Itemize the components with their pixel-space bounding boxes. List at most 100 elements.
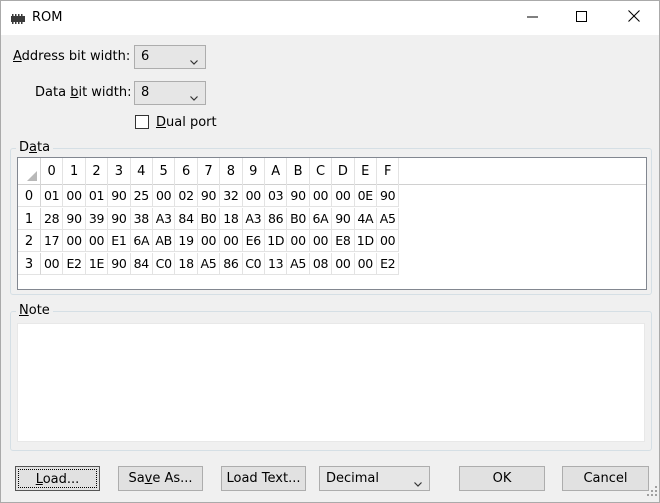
- grid-cell[interactable]: 00: [354, 252, 377, 275]
- grid-cell[interactable]: A5: [197, 252, 221, 275]
- minimize-button[interactable]: [509, 1, 555, 35]
- grid-cell[interactable]: 84: [175, 207, 198, 230]
- grid-cell[interactable]: 00: [332, 252, 355, 275]
- address-bit-width-value: 6: [141, 49, 150, 64]
- grid-cell[interactable]: E2: [63, 252, 86, 275]
- grid-cell[interactable]: 18: [220, 207, 243, 230]
- cancel-button[interactable]: Cancel: [562, 466, 649, 491]
- grid-cell[interactable]: 17: [41, 230, 64, 252]
- grid-cell[interactable]: AB: [153, 230, 176, 252]
- ok-button[interactable]: OK: [459, 466, 545, 491]
- grid-cell[interactable]: 00: [41, 252, 64, 275]
- row-header: 3: [18, 252, 41, 275]
- note-group-label: Note: [16, 303, 53, 318]
- load-button[interactable]: Load...: [15, 466, 100, 491]
- grid-cell[interactable]: 38: [130, 207, 153, 230]
- grid-cell[interactable]: 00: [220, 230, 243, 252]
- grid-cell[interactable]: E1: [108, 230, 131, 252]
- data-bit-width-label: Data bit width:: [35, 85, 132, 100]
- dual-port-label[interactable]: Dual port: [156, 115, 217, 130]
- grid-cell[interactable]: A3: [242, 207, 265, 230]
- select-all-triangle-icon: [27, 171, 37, 181]
- grid-cell[interactable]: 6A: [130, 230, 153, 252]
- grid-cell[interactable]: 32: [220, 185, 243, 207]
- grid-cell[interactable]: 00: [332, 185, 355, 207]
- grid-cell[interactable]: 84: [130, 252, 153, 275]
- grid-cell[interactable]: 86: [265, 207, 288, 230]
- grid-cell[interactable]: 00: [153, 185, 176, 207]
- grid-cell[interactable]: 0E: [354, 185, 377, 207]
- window-title: ROM: [32, 10, 63, 25]
- grid-cell[interactable]: 90: [287, 185, 310, 207]
- data-bit-width-select[interactable]: 8: [134, 81, 206, 105]
- column-header: 4: [131, 158, 153, 185]
- grid-cell[interactable]: B0: [287, 207, 310, 230]
- close-button[interactable]: [611, 1, 657, 35]
- grid-cell[interactable]: 1E: [85, 252, 109, 275]
- grid-cell[interactable]: 00: [63, 230, 86, 252]
- note-textarea[interactable]: [17, 323, 645, 442]
- grid-cell[interactable]: 02: [175, 185, 198, 207]
- column-header: E: [355, 158, 377, 185]
- load-text-button[interactable]: Load Text...: [221, 466, 306, 491]
- save-as-button[interactable]: Save As...: [118, 466, 203, 491]
- grid-cell[interactable]: 01: [41, 185, 64, 207]
- grid-cell[interactable]: 00: [287, 230, 310, 252]
- grid-cell[interactable]: 86: [220, 252, 243, 275]
- number-format-select[interactable]: Decimal: [319, 466, 430, 491]
- grid-cell[interactable]: 00: [309, 230, 333, 252]
- grid-cell[interactable]: 25: [130, 185, 153, 207]
- grid-cell[interactable]: E2: [377, 252, 400, 275]
- grid-cell[interactable]: 03: [265, 185, 288, 207]
- column-header: 8: [220, 158, 243, 185]
- row-header: 2: [18, 230, 41, 252]
- grid-cell[interactable]: 6A: [309, 207, 333, 230]
- grid-cell[interactable]: E6: [242, 230, 265, 252]
- grid-cell[interactable]: A5: [287, 252, 310, 275]
- grid-cell[interactable]: 00: [63, 185, 86, 207]
- grid-cell[interactable]: 90: [108, 185, 131, 207]
- grid-cell[interactable]: 00: [377, 230, 400, 252]
- maximize-button[interactable]: [558, 1, 604, 35]
- address-bit-width-select[interactable]: 6: [134, 45, 206, 69]
- grid-cell[interactable]: 28: [41, 207, 64, 230]
- title-bar[interactable]: ROM: [1, 1, 659, 35]
- grid-cell[interactable]: 90: [197, 185, 221, 207]
- grid-cell[interactable]: 18: [175, 252, 198, 275]
- grid-cell[interactable]: 90: [63, 207, 86, 230]
- column-header: D: [332, 158, 355, 185]
- grid-cell[interactable]: 90: [377, 185, 400, 207]
- column-header: F: [377, 158, 400, 185]
- grid-cell[interactable]: 00: [197, 230, 221, 252]
- grid-cell[interactable]: 00: [309, 185, 333, 207]
- grid-cell[interactable]: 08: [309, 252, 333, 275]
- column-header: 1: [63, 158, 86, 185]
- grid-cell[interactable]: B0: [197, 207, 221, 230]
- grid-cell[interactable]: 90: [332, 207, 355, 230]
- grid-cell[interactable]: C0: [153, 252, 176, 275]
- grid-cell[interactable]: 00: [85, 230, 109, 252]
- grid-cell[interactable]: A5: [377, 207, 400, 230]
- grid-cell[interactable]: 4A: [354, 207, 377, 230]
- dual-port-checkbox[interactable]: [135, 115, 149, 129]
- grid-cell[interactable]: 13: [265, 252, 288, 275]
- grid-cell[interactable]: C0: [242, 252, 265, 275]
- grid-corner[interactable]: [18, 158, 41, 185]
- grid-cell[interactable]: 01: [85, 185, 109, 207]
- grid-cell[interactable]: 1D: [265, 230, 288, 252]
- data-bit-width-value: 8: [141, 85, 150, 100]
- grid-cell[interactable]: E8: [332, 230, 355, 252]
- grid-cell[interactable]: 19: [175, 230, 198, 252]
- grid-cell[interactable]: 1D: [354, 230, 377, 252]
- column-header: 9: [243, 158, 265, 185]
- column-header: 3: [108, 158, 131, 185]
- data-grid[interactable]: 0123456789ABCDEF 0 01 00 01 90 25 00 02 90 32 00 03…: [17, 157, 647, 290]
- grid-cell[interactable]: 00: [242, 185, 265, 207]
- grid-cell[interactable]: A3: [153, 207, 176, 230]
- minimize-icon: [526, 11, 538, 26]
- rom-dialog: ROM Address bit width: 6 Data bit width:…: [0, 0, 660, 503]
- grid-cell[interactable]: 90: [108, 207, 131, 230]
- grid-cell[interactable]: 39: [85, 207, 109, 230]
- grid-cell[interactable]: 90: [108, 252, 131, 275]
- resize-grip-icon[interactable]: [647, 485, 657, 500]
